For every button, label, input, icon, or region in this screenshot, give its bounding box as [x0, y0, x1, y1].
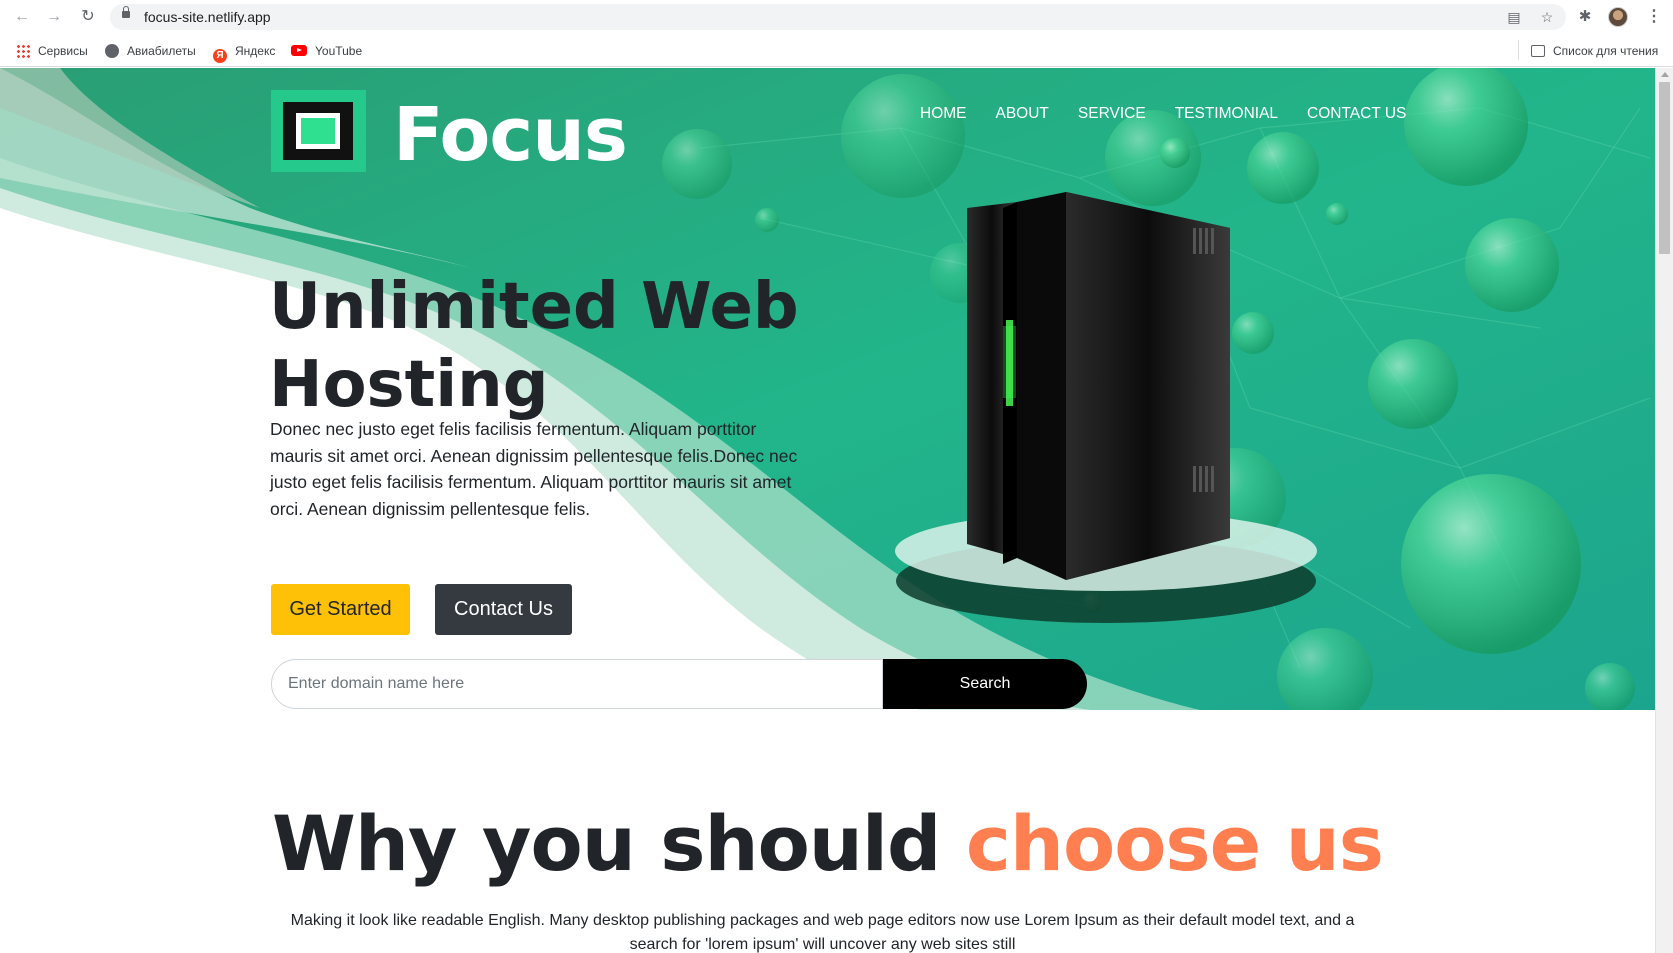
why-choose-us-title: Why you should choose us [0, 801, 1655, 887]
contact-us-button[interactable]: Contact Us [435, 584, 572, 635]
apps-grid-icon [16, 44, 30, 58]
bookmarks-bar: Сервисы Авиабилеты Я Яндекс YouTube Списо… [0, 34, 1673, 67]
bookmark-yandex[interactable]: Я Яндекс [213, 42, 276, 63]
globe-icon [105, 44, 119, 58]
logo-mark [283, 102, 353, 160]
yandex-icon: Я [213, 49, 227, 63]
hero-title: Unlimited Web Hosting [269, 270, 799, 422]
scroll-up-arrow-icon[interactable] [1661, 72, 1669, 77]
nav-about[interactable]: ABOUT [996, 105, 1049, 123]
bookmarks-divider [1518, 40, 1519, 60]
logo-square-icon [296, 113, 340, 149]
translate-icon[interactable]: ▤ [1505, 8, 1523, 26]
bookmark-label: Яндекс [235, 44, 276, 58]
domain-search-input[interactable] [271, 659, 883, 709]
scroll-thumb[interactable] [1659, 82, 1670, 254]
forward-arrow-icon[interactable]: → [44, 7, 64, 27]
reload-icon[interactable]: ↻ [78, 7, 98, 27]
bookmark-youtube[interactable]: YouTube [291, 42, 362, 60]
lock-icon [122, 6, 130, 18]
bookmark-flights[interactable]: Авиабилеты [105, 42, 196, 60]
nav-home[interactable]: HOME [920, 105, 967, 123]
browser-menu-icon[interactable]: ⋮ [1646, 7, 1662, 27]
star-icon[interactable]: ☆ [1538, 8, 1556, 26]
web-page: Focus HOME ABOUT SERVICE TESTIMONIAL CON… [0, 68, 1655, 953]
profile-avatar[interactable] [1608, 7, 1628, 27]
page-scrollbar[interactable] [1655, 68, 1673, 953]
hero-section: Focus HOME ABOUT SERVICE TESTIMONIAL CON… [0, 68, 1655, 710]
search-button[interactable]: Search [883, 659, 1087, 709]
brand-name[interactable]: Focus [393, 90, 628, 180]
nav-service[interactable]: SERVICE [1078, 105, 1146, 123]
bookmark-services[interactable]: Сервисы [16, 42, 88, 60]
nav-contact-us[interactable]: CONTACT US [1307, 105, 1406, 123]
youtube-icon [291, 45, 307, 56]
get-started-button[interactable]: Get Started [271, 584, 410, 635]
reading-list-label: Список для чтения [1553, 44, 1659, 58]
why-title-start: Why you should [272, 799, 966, 888]
browser-toolbar: ← → ↻ focus-site.netlify.app ▤ ☆ ✱ ⋮ [0, 0, 1673, 34]
reading-list-icon [1531, 45, 1545, 57]
address-url[interactable]: focus-site.netlify.app [144, 9, 271, 25]
bookmark-label: Сервисы [38, 44, 88, 58]
nav-testimonial[interactable]: TESTIMONIAL [1175, 105, 1278, 123]
why-title-accent: choose us [965, 799, 1384, 888]
address-bar[interactable]: focus-site.netlify.app ▤ ☆ [110, 4, 1566, 30]
bookmark-label: Авиабилеты [127, 44, 196, 58]
back-arrow-icon[interactable]: ← [12, 7, 32, 27]
why-choose-us-text: Making it look like readable English. Ma… [290, 912, 1355, 953]
brand-logo[interactable] [271, 90, 366, 172]
bookmark-label: YouTube [315, 44, 363, 58]
main-nav: HOME ABOUT SERVICE TESTIMONIAL CONTACT U… [920, 105, 1435, 123]
hero-description: Donec nec justo eget felis facilisis fer… [270, 419, 798, 519]
domain-search: Search [271, 659, 1087, 709]
extensions-icon[interactable]: ✱ [1575, 7, 1595, 27]
reading-list-button[interactable]: Список для чтения [1531, 42, 1658, 60]
